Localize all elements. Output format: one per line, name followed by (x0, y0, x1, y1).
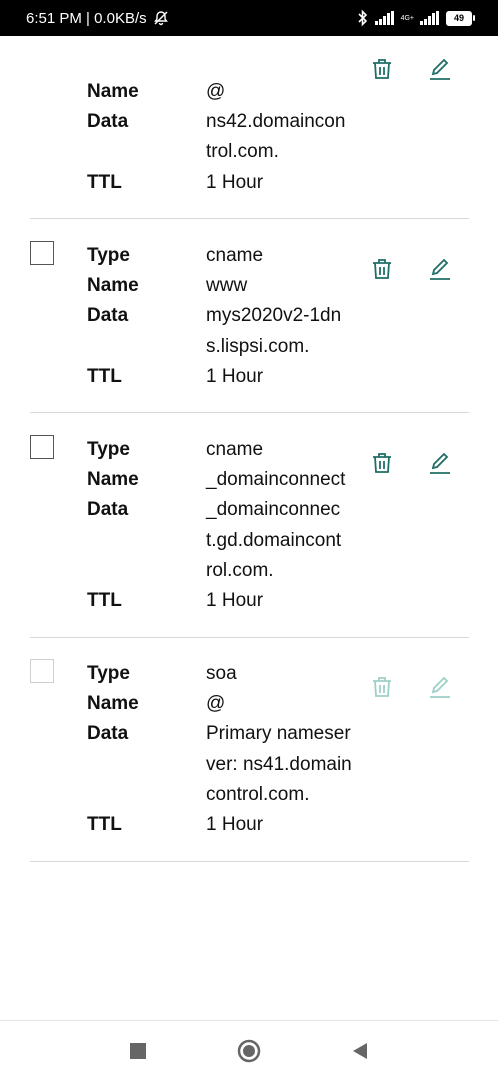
edit-button (427, 674, 453, 700)
status-left: 6:51 PM | 0.0KB/s (26, 10, 169, 27)
status-right: 4G+ 49 (357, 9, 475, 27)
data-label: Data (87, 723, 129, 744)
name-label: Name (87, 81, 139, 102)
ttl-value: 1 Hour (206, 814, 264, 835)
status-bar: 6:51 PM | 0.0KB/s 4G+ 49 (0, 0, 498, 36)
delete-button[interactable] (369, 450, 395, 476)
data-label: Data (87, 305, 129, 326)
ttl-label: TTL (87, 366, 122, 387)
ttl-value: 1 Hour (206, 172, 264, 193)
bluetooth-icon (357, 9, 367, 27)
ttl-value: 1 Hour (206, 366, 264, 387)
edit-button[interactable] (427, 450, 453, 476)
type-label: Type (87, 439, 130, 460)
data-value-line: trol.com. (206, 141, 279, 162)
data-value-line: mys2020v2-1dn (206, 305, 342, 326)
square-icon (130, 1043, 146, 1059)
edit-button[interactable] (427, 256, 453, 282)
data-value-line: control.com. (206, 784, 310, 805)
network-type-label: 4G+ (400, 14, 414, 22)
name-label: Name (87, 275, 139, 296)
dns-record: Type cname Name www Data mys2020v2-1dn s… (0, 219, 498, 413)
name-label: Name (87, 693, 139, 714)
home-button[interactable] (237, 1039, 261, 1063)
data-value-line: Primary nameser (206, 723, 351, 744)
dns-record: Type soa Name @ Data Primary nameser ver… (0, 637, 498, 862)
trash-icon (373, 259, 391, 279)
battery-level: 49 (453, 13, 464, 23)
record-divider (30, 861, 469, 862)
trash-icon (373, 677, 391, 697)
name-label: Name (87, 469, 139, 490)
type-value: cname (206, 439, 264, 460)
data-value-line: ns42.domaincon (206, 111, 346, 132)
trash-icon (373, 453, 391, 473)
record-checkbox[interactable] (30, 241, 54, 265)
pencil-icon (430, 676, 450, 698)
name-value: @ (206, 81, 226, 102)
ttl-label: TTL (87, 172, 122, 193)
dns-records-list: Name @ Data ns42.domaincon trol.com. TTL… (0, 36, 498, 1020)
ttl-label: TTL (87, 814, 122, 835)
signal-bars-icon (374, 11, 394, 25)
delete-button (369, 674, 395, 700)
battery-icon: 49 (446, 10, 475, 26)
bell-off-icon (153, 11, 168, 26)
delete-button[interactable] (369, 256, 395, 282)
circle-icon (237, 1039, 261, 1063)
system-nav-bar (0, 1020, 498, 1081)
record-checkbox (30, 659, 54, 683)
data-value-line: ver: ns41.domain (206, 754, 352, 775)
signal-bars-icon-2 (420, 11, 439, 25)
data-value-line: _domainconnec (206, 499, 341, 520)
dns-record: Type cname Name _domainconnect Data _dom… (0, 413, 498, 638)
trash-icon (373, 59, 391, 79)
name-value: _domainconnect (206, 469, 346, 490)
pencil-icon (430, 58, 450, 80)
triangle-back-icon (353, 1043, 367, 1059)
delete-button[interactable] (369, 56, 395, 82)
edit-button[interactable] (427, 56, 453, 82)
ttl-label: TTL (87, 590, 122, 611)
data-value-line: rol.com. (206, 560, 274, 581)
data-label: Data (87, 111, 129, 132)
record-checkbox[interactable] (30, 435, 54, 459)
name-value: www (206, 275, 248, 296)
status-time-speed: 6:51 PM | 0.0KB/s (26, 9, 147, 27)
data-value-line: s.lispsi.com. (206, 336, 310, 357)
type-value: soa (206, 663, 237, 684)
data-label: Data (87, 499, 129, 520)
data-value-line: t.gd.domaincont (206, 530, 342, 551)
back-button[interactable] (348, 1039, 372, 1063)
type-value: cname (206, 245, 264, 266)
name-value: @ (206, 693, 226, 714)
recent-apps-button[interactable] (126, 1039, 150, 1063)
ttl-value: 1 Hour (206, 590, 264, 611)
type-label: Type (87, 663, 130, 684)
pencil-icon (430, 452, 450, 474)
type-label: Type (87, 245, 130, 266)
pencil-icon (430, 258, 450, 280)
